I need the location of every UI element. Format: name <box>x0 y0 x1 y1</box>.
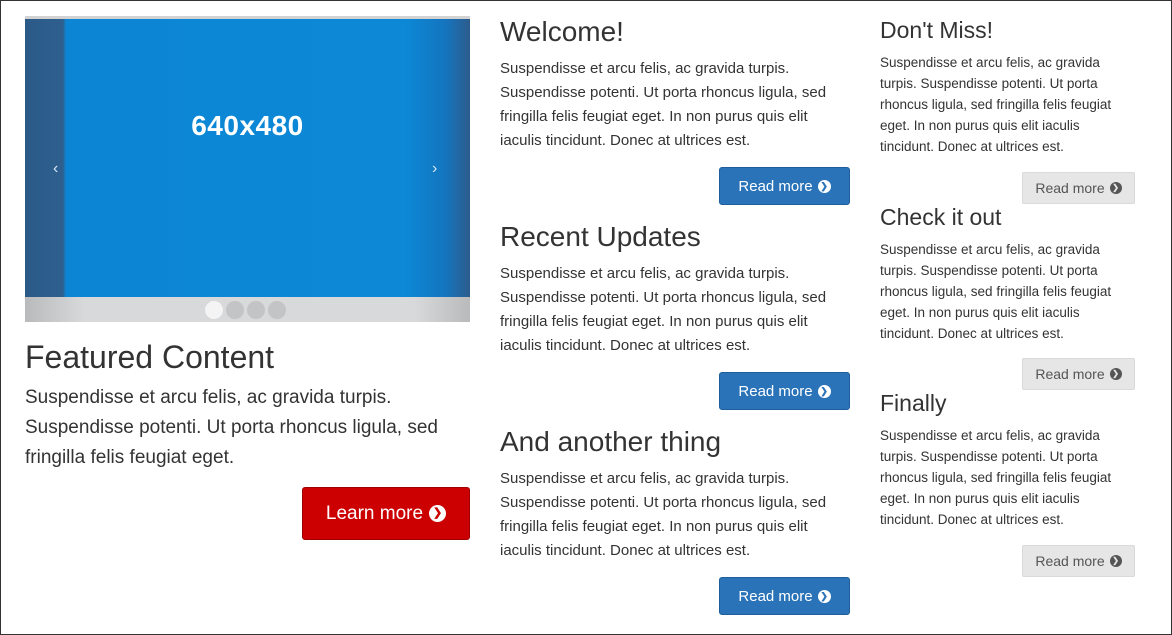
section-recent-updates: Recent Updates Suspendisse et arcu felis… <box>500 221 850 358</box>
read-more-label: Read more <box>1035 366 1105 382</box>
section-text: Suspendisse et arcu felis, ac gravida tu… <box>880 428 1112 527</box>
read-more-button-welcome[interactable]: Read more ❯ <box>719 167 850 205</box>
carousel-prev-icon[interactable]: ‹ <box>53 161 58 177</box>
featured-column: 640x480 ‹ › Featured Content Suspendisse… <box>25 16 470 540</box>
section-finally: Finally Suspendisse et arcu felis, ac gr… <box>880 389 1135 530</box>
carousel-indicators <box>205 301 286 319</box>
read-more-button-check-it-out[interactable]: Read more ❯ <box>1022 358 1135 390</box>
featured-text: Suspendisse et arcu felis, ac gravida tu… <box>25 387 438 468</box>
read-more-label: Read more <box>1035 180 1105 196</box>
read-more-label: Read more <box>738 587 813 605</box>
carousel-indicator-1[interactable] <box>205 301 223 319</box>
arrow-circle-right-icon: ❯ <box>1109 368 1122 380</box>
section-title: Finally <box>880 390 947 416</box>
carousel-next-icon[interactable]: › <box>432 161 437 177</box>
featured-title: Featured Content <box>25 339 275 375</box>
read-more-label: Read more <box>738 382 813 400</box>
arrow-circle-right-icon: ❯ <box>817 384 831 398</box>
section-text: Suspendisse et arcu felis, ac gravida tu… <box>880 242 1112 341</box>
section-dont-miss: Don't Miss! Suspendisse et arcu felis, a… <box>880 16 1135 157</box>
section-text: Suspendisse et arcu felis, ac gravida tu… <box>500 265 827 354</box>
read-more-label: Read more <box>1035 553 1105 569</box>
carousel-indicator-4[interactable] <box>268 301 286 319</box>
section-title: And another thing <box>500 426 722 457</box>
section-title: Don't Miss! <box>880 17 994 43</box>
carousel-indicator-3[interactable] <box>247 301 265 319</box>
read-more-button-another-thing[interactable]: Read more ❯ <box>719 577 850 615</box>
section-another-thing: And another thing Suspendisse et arcu fe… <box>500 426 850 563</box>
section-welcome: Welcome! Suspendisse et arcu felis, ac g… <box>500 16 850 153</box>
slide-placeholder-label: 640x480 <box>191 110 304 141</box>
section-title: Recent Updates <box>500 221 701 252</box>
arrow-circle-right-icon: ❯ <box>1109 182 1122 194</box>
arrow-circle-right-icon: ❯ <box>1109 555 1122 567</box>
read-more-button-dont-miss[interactable]: Read more ❯ <box>1022 172 1135 204</box>
learn-more-label: Learn more <box>325 502 424 524</box>
arrow-circle-right-icon: ❯ <box>429 505 447 522</box>
section-text: Suspendisse et arcu felis, ac gravida tu… <box>880 55 1112 154</box>
carousel-indicator-2[interactable] <box>226 301 244 319</box>
page-frame: 640x480 ‹ › Featured Content Suspendisse… <box>0 0 1172 635</box>
read-more-button-finally[interactable]: Read more ❯ <box>1022 545 1135 577</box>
image-carousel[interactable]: 640x480 ‹ › <box>25 16 470 322</box>
section-title: Welcome! <box>500 16 624 47</box>
learn-more-button[interactable]: Learn more ❯ <box>302 487 470 540</box>
read-more-button-recent-updates[interactable]: Read more ❯ <box>719 372 850 410</box>
section-text: Suspendisse et arcu felis, ac gravida tu… <box>500 470 827 559</box>
carousel-slide[interactable]: 640x480 <box>25 19 470 297</box>
section-text: Suspendisse et arcu felis, ac gravida tu… <box>500 60 827 149</box>
section-check-it-out: Check it out Suspendisse et arcu felis, … <box>880 203 1135 344</box>
section-title: Check it out <box>880 204 1002 230</box>
arrow-circle-right-icon: ❯ <box>817 589 831 603</box>
arrow-circle-right-icon: ❯ <box>817 179 831 193</box>
read-more-label: Read more <box>738 177 813 195</box>
